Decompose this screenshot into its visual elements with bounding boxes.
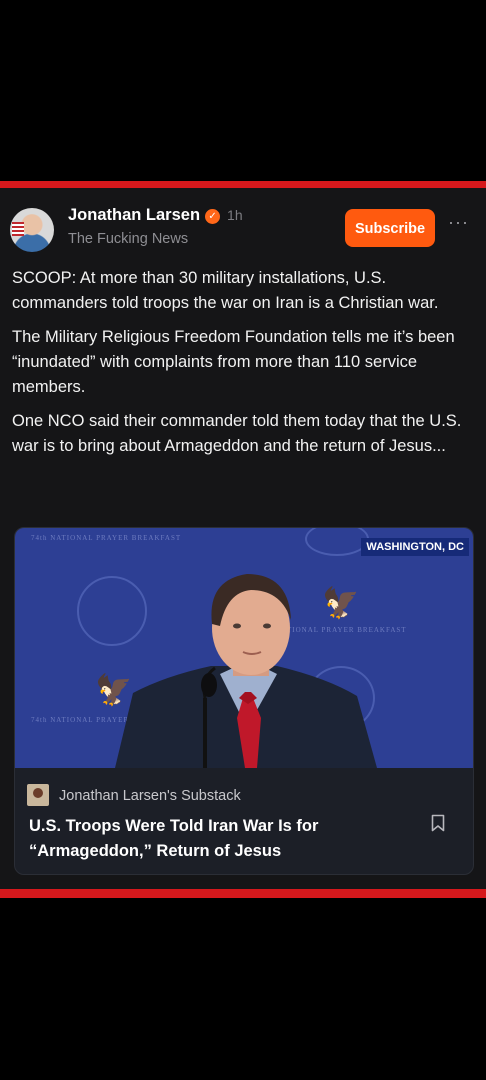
flag-icon [12,222,24,236]
post-paragraph-1: SCOOP: At more than 30 military installa… [12,269,439,312]
substack-logo-icon [27,784,49,806]
more-options-icon[interactable]: ··· [448,212,469,233]
bookmark-icon[interactable] [431,814,445,832]
post-paragraph-2: The Military Religious Freedom Foundatio… [12,328,455,396]
article-image[interactable]: 74th NATIONAL PRAYER BREAKFAST TIONAL PR… [15,528,473,768]
author-avatar[interactable] [10,208,54,252]
author-name[interactable]: Jonathan Larsen [68,206,200,224]
location-badge: WASHINGTON, DC [361,538,469,556]
post-header: Jonathan Larsen ✓ 1h The Fucking News Subs… [10,206,476,256]
card-source-name: Jonathan Larsen's Substack [59,788,241,804]
verified-check-icon: ✓ [205,209,221,224]
card-source[interactable]: Jonathan Larsen's Substack [27,784,241,806]
post-frame: Jonathan Larsen ✓ 1h The Fucking News Subs… [0,181,486,898]
post-paragraph-3: One NCO said their commander told them t… [12,412,462,455]
subscribe-button[interactable]: Subscribe [345,209,435,247]
post-body: SCOOP: At more than 30 military installa… [12,266,474,468]
author-line: Jonathan Larsen ✓ 1h [68,206,243,225]
publication-name[interactable]: The Fucking News [68,231,188,247]
post-time: 1h [227,207,243,223]
card-title[interactable]: U.S. Troops Were Told Iran War Is for “A… [29,814,409,864]
speaker-figure [115,574,377,768]
link-preview-card[interactable]: 74th NATIONAL PRAYER BREAKFAST TIONAL PR… [14,527,474,875]
